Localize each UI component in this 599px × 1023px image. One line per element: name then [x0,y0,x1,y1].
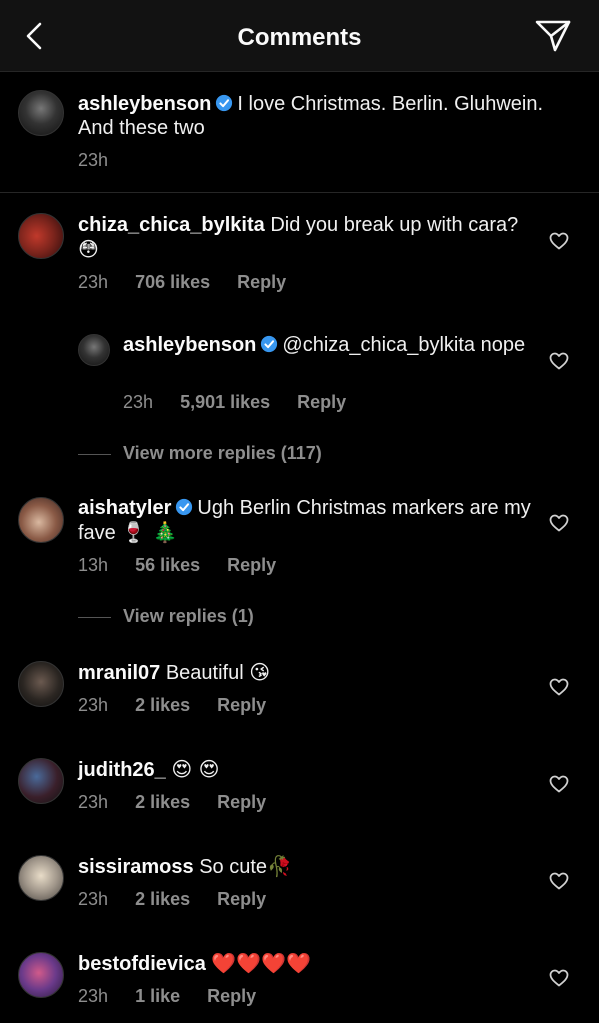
reply-text: nope [480,334,526,356]
comment-item: judith26_ 😍 😍 23h 2 likes Reply [0,737,599,832]
header-bar: Comments [0,0,599,72]
reply-button[interactable]: Reply [217,792,266,812]
comment-likes[interactable]: 2 likes [135,792,190,812]
reply-button[interactable]: Reply [227,555,276,575]
comment-item: bestofdievica ❤️❤️❤️❤️ 23h 1 like Reply [0,931,599,1023]
reply-button[interactable]: Reply [237,272,286,292]
heart-icon[interactable] [549,969,569,987]
avatar[interactable] [18,758,64,804]
avatar[interactable] [18,213,64,259]
avatar[interactable] [78,334,110,366]
post-caption: ashleybenson I love Christmas. Berlin. Gl… [0,72,599,193]
comment-item: mranil07 Beautiful 😘 23h 2 likes Reply [0,640,599,735]
comment-emoji: 🍷 🎄 [121,520,178,544]
heart-icon[interactable] [549,775,569,793]
heart-icon[interactable] [549,514,569,532]
reply-mention[interactable]: @chiza_chica_bylkita [282,334,475,356]
comment-username[interactable]: chiza_chica_bylkita [78,214,265,236]
heart-icon[interactable] [549,352,569,370]
reply-time: 23h [123,392,154,412]
comment-time: 13h [78,555,109,575]
reply-button[interactable]: Reply [217,695,266,715]
reply-likes[interactable]: 5,901 likes [180,392,270,412]
comment-username[interactable]: aishatyler [78,497,171,519]
reply-username[interactable]: ashleybenson [123,334,256,356]
comment-likes[interactable]: 2 likes [135,695,190,715]
comment-emoji: ❤️❤️❤️❤️ [211,951,311,975]
view-replies-link[interactable]: View replies (1) [78,606,254,627]
comment-username[interactable]: sissiramoss [78,856,194,878]
divider [78,616,111,618]
comment-username[interactable]: bestofdievica [78,953,206,975]
reply-button[interactable]: Reply [207,986,256,1006]
comment-time: 23h [78,272,109,292]
caption-username[interactable]: ashleybenson [78,93,211,115]
avatar[interactable] [18,497,64,543]
comment-emoji: 😘 [249,660,271,684]
heart-icon[interactable] [549,678,569,696]
avatar[interactable] [18,90,64,136]
comment-username[interactable]: judith26_ [78,759,166,781]
comment-time: 23h [78,792,109,812]
comment-time: 23h [78,889,109,909]
page-title: Comments [237,24,362,51]
comment-text: So cute [199,856,268,878]
comment-username[interactable]: mranil07 [78,662,160,684]
paper-plane-icon[interactable] [533,18,573,54]
comment-emoji: 😳 [78,237,99,261]
verified-badge-icon [216,94,233,112]
comment-item: aishatyler Ugh Berlin Christmas markers a… [0,476,599,586]
reply-button[interactable]: Reply [217,889,266,909]
comment-item: sissiramoss So cute🥀 23h 2 likes Reply [0,834,599,929]
heart-icon[interactable] [549,232,569,250]
comment-time: 23h [78,695,109,715]
comment-likes[interactable]: 56 likes [135,555,200,575]
divider [78,453,111,455]
comment-emoji: 😍 😍 [171,757,220,781]
reply-button[interactable]: Reply [297,392,346,412]
verified-badge-icon [176,498,193,516]
view-more-replies-link[interactable]: View more replies (117) [78,443,322,464]
avatar[interactable] [18,952,64,998]
comment-text: Beautiful [165,662,244,684]
comment-item: chiza_chica_bylkita Did you break up wit… [0,193,599,293]
avatar[interactable] [18,855,64,901]
heart-icon[interactable] [549,872,569,890]
caption-time: 23h [78,150,109,170]
comment-emoji: 🥀 [267,854,292,878]
reply-item: ashleybenson @chiza_chica_bylkita nope 23… [0,320,599,420]
comment-likes[interactable]: 2 likes [135,889,190,909]
comment-time: 23h [78,986,109,1006]
comment-text: Did you break up with cara? [270,214,519,236]
avatar[interactable] [18,661,64,707]
comment-likes[interactable]: 706 likes [135,272,210,292]
verified-badge-icon [261,335,278,353]
comment-likes[interactable]: 1 like [135,986,180,1006]
